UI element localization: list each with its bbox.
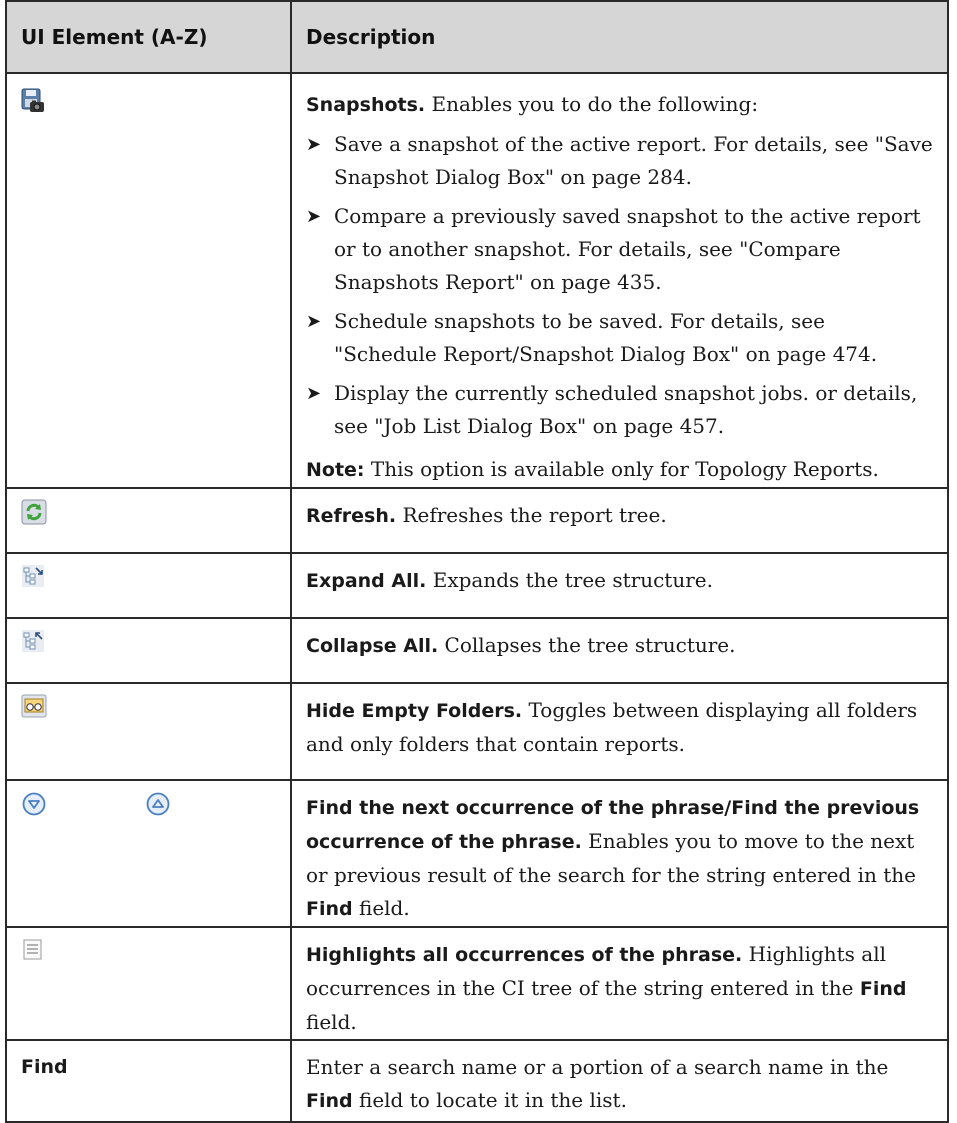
note-snapshots: Note: This option is available only for … bbox=[306, 453, 933, 487]
description-cell-collapse-all: Collapse All. Collapses the tree structu… bbox=[290, 617, 949, 684]
element-cell-highlight-all bbox=[5, 926, 292, 1041]
title-highlight-all: Highlights all occurrences of the phrase… bbox=[306, 944, 743, 966]
description-cell-snapshots: Snapshots. Enables you to do the followi… bbox=[290, 72, 949, 489]
text-collapse-all: Collapses the tree structure. bbox=[438, 633, 736, 657]
expand-all-icon bbox=[21, 564, 45, 593]
intro-snapshots: Enables you to do the following: bbox=[425, 92, 759, 116]
title-refresh: Refresh. bbox=[306, 505, 397, 527]
title-snapshots: Snapshots. bbox=[306, 94, 426, 116]
find-keyword: Find bbox=[859, 978, 907, 1000]
element-cell-refresh bbox=[5, 487, 292, 554]
bullet-arrow-icon: ➤ bbox=[306, 311, 322, 332]
element-label-find: Find bbox=[21, 1056, 68, 1078]
note-label: Note: bbox=[306, 459, 365, 481]
title-collapse-all: Collapse All. bbox=[306, 635, 439, 657]
bullet-text: Compare a previously saved snapshot to t… bbox=[334, 204, 921, 294]
title-hide-empty-folders: Hide Empty Folders. bbox=[306, 700, 523, 722]
list-item: ➤ Compare a previously saved snapshot to… bbox=[306, 200, 933, 299]
text-expand-all: Expands the tree structure. bbox=[426, 568, 713, 592]
list-item: ➤ Schedule snapshots to be saved. For de… bbox=[306, 305, 933, 371]
table-row-snapshots: Snapshots. Enables you to do the followi… bbox=[5, 72, 949, 489]
table-row-hide-empty-folders: Hide Empty Folders. Toggles between disp… bbox=[5, 682, 949, 781]
text-highlight-all-b: field. bbox=[306, 1010, 357, 1034]
save-snapshot-icon bbox=[21, 88, 45, 119]
bullet-arrow-icon: ➤ bbox=[306, 134, 322, 155]
table-header-row: UI Element (A-Z) Description bbox=[5, 0, 949, 74]
bullet-text: Schedule snapshots to be saved. For deta… bbox=[334, 309, 878, 366]
hide-empty-folders-icon bbox=[21, 694, 47, 723]
table-row-expand-all: Expand All. Expands the tree structure. bbox=[5, 552, 949, 619]
element-cell-snapshots bbox=[5, 72, 292, 489]
refresh-icon bbox=[21, 499, 47, 530]
bullet-arrow-icon: ➤ bbox=[306, 383, 322, 404]
list-item: ➤ Save a snapshot of the active report. … bbox=[306, 128, 933, 194]
description-cell-hide-empty-folders: Hide Empty Folders. Toggles between disp… bbox=[290, 682, 949, 781]
table-row-find-next-previous: Find the next occurrence of the phrase/F… bbox=[5, 779, 949, 928]
description-cell-find: Enter a search name or a portion of a se… bbox=[290, 1039, 949, 1123]
element-cell-hide-empty-folders bbox=[5, 682, 292, 781]
element-cell-find: Find bbox=[5, 1039, 292, 1123]
collapse-all-icon bbox=[21, 629, 45, 658]
ui-element-reference-table: UI Element (A-Z) Description Snapshots. … bbox=[5, 0, 949, 1123]
text-find-b: field to locate it in the list. bbox=[352, 1088, 627, 1112]
element-cell-find-next-previous bbox=[5, 779, 292, 928]
list-item: ➤ Display the currently scheduled snapsh… bbox=[306, 377, 933, 443]
bullet-text: Save a snapshot of the active report. Fo… bbox=[334, 132, 933, 189]
find-next-icon bbox=[21, 791, 47, 822]
table-row-refresh: Refresh. Refreshes the report tree. bbox=[5, 487, 949, 554]
table-row-highlight-all: Highlights all occurrences of the phrase… bbox=[5, 926, 949, 1041]
text-find-next-previous-b: field. bbox=[352, 896, 410, 920]
bullet-text: Display the currently scheduled snapshot… bbox=[334, 381, 918, 438]
title-expand-all: Expand All. bbox=[306, 570, 427, 592]
find-keyword: Find bbox=[306, 898, 353, 920]
find-keyword: Find bbox=[306, 1090, 353, 1112]
description-cell-find-next-previous: Find the next occurrence of the phrase/F… bbox=[290, 779, 949, 928]
highlight-all-icon bbox=[21, 938, 45, 967]
table-row-find: Find Enter a search name or a portion of… bbox=[5, 1039, 949, 1123]
bullet-arrow-icon: ➤ bbox=[306, 206, 322, 227]
column-header-description: Description bbox=[290, 0, 949, 74]
find-previous-icon bbox=[145, 791, 171, 822]
element-cell-collapse-all bbox=[5, 617, 292, 684]
description-cell-highlight-all: Highlights all occurrences of the phrase… bbox=[290, 926, 949, 1041]
table-row-collapse-all: Collapse All. Collapses the tree structu… bbox=[5, 617, 949, 684]
description-cell-refresh: Refresh. Refreshes the report tree. bbox=[290, 487, 949, 554]
text-find-a: Enter a search name or a portion of a se… bbox=[306, 1055, 889, 1079]
element-cell-expand-all bbox=[5, 552, 292, 619]
text-refresh: Refreshes the report tree. bbox=[396, 503, 667, 527]
column-header-ui-element: UI Element (A-Z) bbox=[5, 0, 292, 74]
note-text: This option is available only for Topolo… bbox=[364, 457, 879, 481]
description-cell-expand-all: Expand All. Expands the tree structure. bbox=[290, 552, 949, 619]
